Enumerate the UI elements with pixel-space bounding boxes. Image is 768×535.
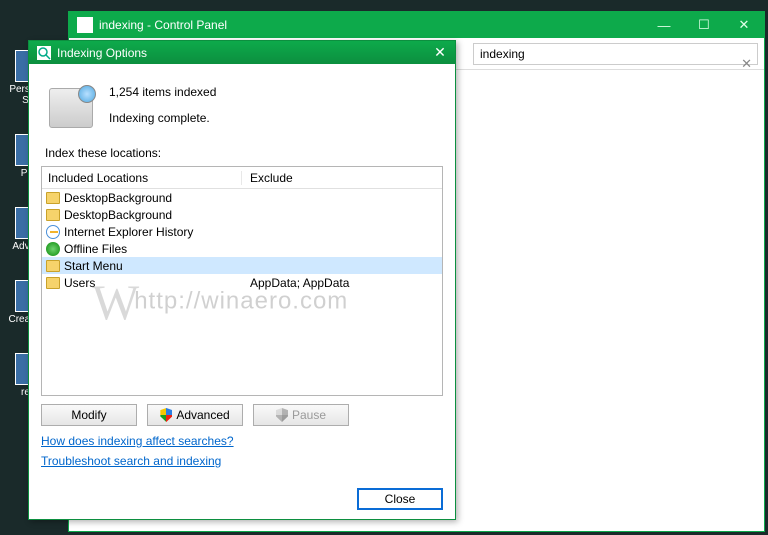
window-title: indexing - Control Panel bbox=[99, 18, 644, 32]
advanced-button[interactable]: Advanced bbox=[147, 404, 243, 426]
help-link-troubleshoot[interactable]: Troubleshoot search and indexing bbox=[41, 454, 221, 468]
indexed-count: 1,254 items indexed bbox=[109, 82, 216, 102]
dialog-close-button[interactable]: ✕ bbox=[425, 41, 455, 64]
folder-icon bbox=[46, 209, 60, 221]
dialog-titlebar[interactable]: Indexing Options ✕ bbox=[29, 41, 455, 64]
folder-icon bbox=[46, 192, 60, 204]
maximize-button[interactable]: ☐ bbox=[684, 12, 724, 38]
help-link-indexing-searches[interactable]: How does indexing affect searches? bbox=[41, 434, 234, 448]
drive-icon bbox=[49, 88, 93, 128]
status-section: 1,254 items indexed Indexing complete. bbox=[41, 74, 443, 144]
exclude-value: AppData; AppData bbox=[242, 276, 442, 290]
close-button[interactable]: Close bbox=[357, 488, 443, 510]
folder-icon bbox=[46, 277, 60, 289]
list-row[interactable]: Internet Explorer History bbox=[42, 223, 442, 240]
list-row[interactable]: DesktopBackground bbox=[42, 189, 442, 206]
list-row[interactable]: DesktopBackground bbox=[42, 206, 442, 223]
list-row[interactable]: Start Menu bbox=[42, 257, 442, 274]
locations-listbox[interactable]: Included Locations Exclude DesktopBackgr… bbox=[41, 166, 443, 396]
indexing-status: Indexing complete. bbox=[109, 108, 216, 128]
search-input[interactable] bbox=[473, 43, 758, 65]
ie-icon bbox=[46, 225, 60, 239]
shield-icon bbox=[160, 408, 172, 422]
column-exclude[interactable]: Exclude bbox=[242, 171, 442, 185]
dialog-title: Indexing Options bbox=[57, 46, 425, 60]
modify-button[interactable]: Modify bbox=[41, 404, 137, 426]
location-name: Users bbox=[64, 276, 95, 290]
pause-button: Pause bbox=[253, 404, 349, 426]
clear-search-icon[interactable]: ✕ bbox=[741, 56, 752, 72]
window-icon bbox=[77, 17, 93, 33]
list-row[interactable]: Offline Files bbox=[42, 240, 442, 257]
column-included[interactable]: Included Locations bbox=[42, 171, 242, 185]
location-name: Internet Explorer History bbox=[64, 225, 193, 239]
offline-icon bbox=[46, 242, 60, 256]
list-header: Included Locations Exclude bbox=[42, 167, 442, 189]
location-name: Start Menu bbox=[64, 259, 123, 273]
folder-icon bbox=[46, 260, 60, 272]
list-row[interactable]: Users AppData; AppData bbox=[42, 274, 442, 291]
location-name: Offline Files bbox=[64, 242, 127, 256]
control-panel-titlebar[interactable]: indexing - Control Panel — ☐ ✕ bbox=[69, 12, 764, 38]
close-button[interactable]: ✕ bbox=[724, 12, 764, 38]
indexing-options-dialog: Indexing Options ✕ 1,254 items indexed I… bbox=[28, 40, 456, 520]
location-name: DesktopBackground bbox=[64, 191, 172, 205]
minimize-button[interactable]: — bbox=[644, 12, 684, 38]
window-controls: — ☐ ✕ bbox=[644, 12, 764, 38]
locations-label: Index these locations: bbox=[45, 146, 443, 160]
indexing-icon bbox=[37, 46, 51, 60]
location-name: DesktopBackground bbox=[64, 208, 172, 222]
shield-icon bbox=[276, 408, 288, 422]
